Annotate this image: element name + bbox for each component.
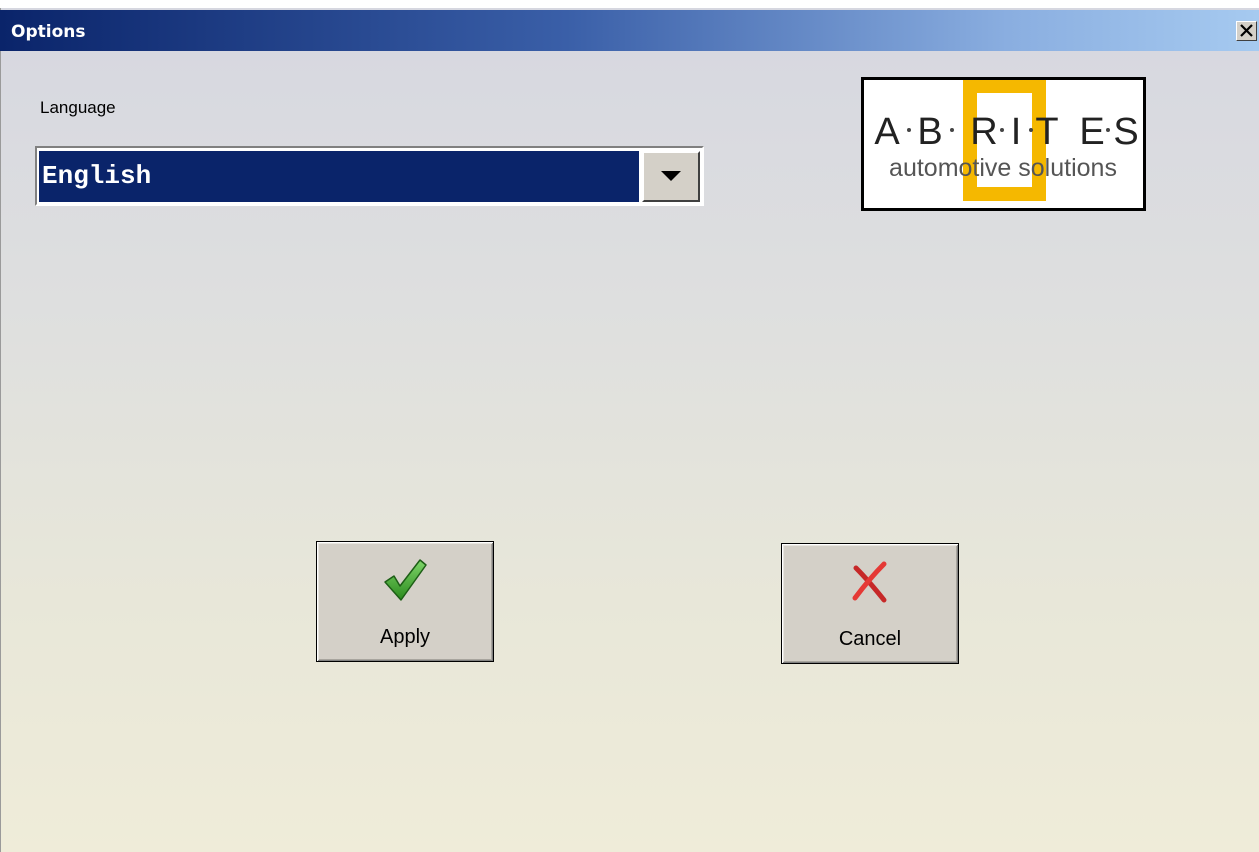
apply-button-label: Apply [379, 626, 431, 648]
chevron-down-icon [661, 171, 681, 181]
language-selected-value[interactable]: English [39, 151, 639, 202]
logo-letter-s: S [1113, 111, 1138, 153]
logo-letter-r: R [970, 111, 997, 153]
checkmark-icon [384, 559, 427, 601]
abrites-logo: A B R I T E S automotive solutions [861, 77, 1146, 211]
language-label: Language [40, 98, 116, 117]
logo-letter-t: T [1035, 111, 1058, 153]
title-bar[interactable]: Options [0, 10, 1259, 51]
language-dropdown-button[interactable] [642, 151, 700, 202]
x-mark-icon [852, 561, 887, 603]
logo-letter-b: B [917, 111, 942, 153]
window-title: Options [11, 22, 86, 42]
logo-letter-i: I [1011, 111, 1022, 153]
close-button[interactable] [1236, 21, 1257, 41]
logo-letter-e: E [1079, 111, 1104, 153]
logo-letter-a: A [874, 111, 900, 153]
logo-tagline: automotive solutions [889, 154, 1117, 182]
cancel-button-label: Cancel [838, 628, 902, 650]
close-icon [1240, 24, 1253, 37]
language-select[interactable]: English [35, 146, 704, 206]
abrites-logo-graphic: A B R I T E S automotive solutions [874, 80, 1139, 201]
cancel-button[interactable]: Cancel [781, 543, 959, 664]
apply-button[interactable]: Apply [316, 541, 494, 662]
